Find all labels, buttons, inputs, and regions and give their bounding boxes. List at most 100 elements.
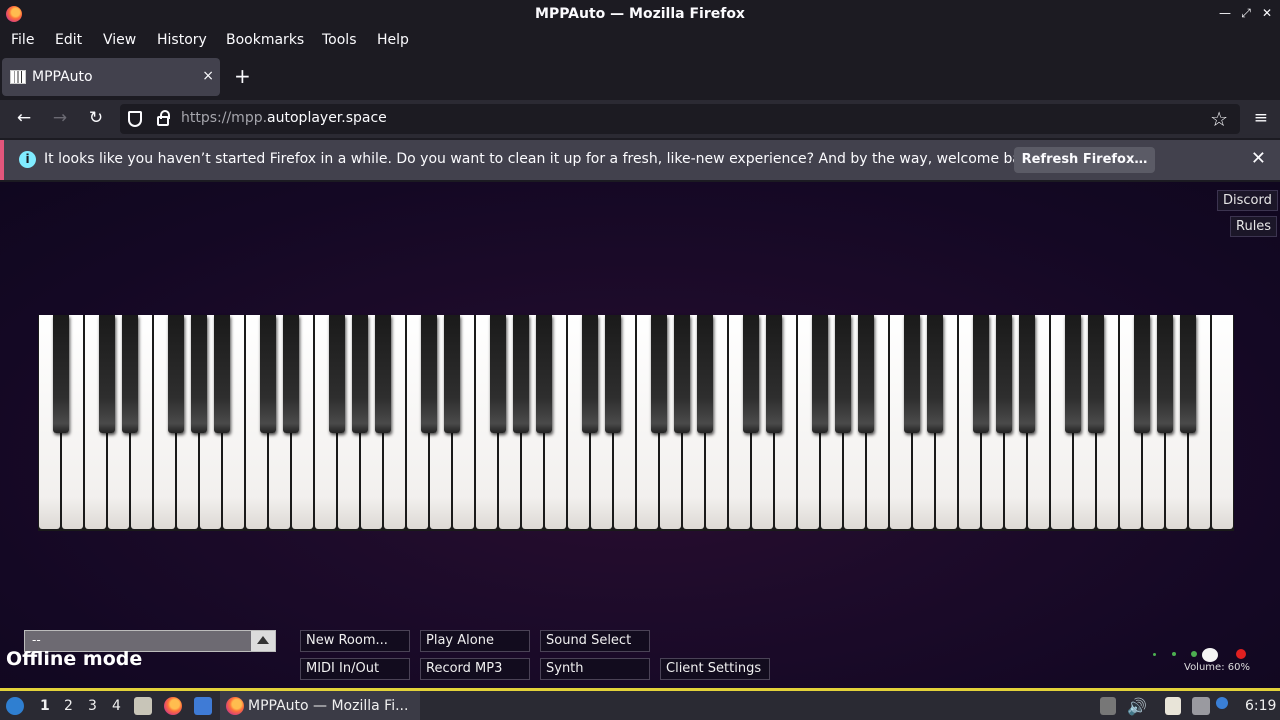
tab-strip: MPPAuto × + xyxy=(0,56,1280,100)
black-key[interactable] xyxy=(1157,315,1173,433)
workspace-4[interactable]: 4 xyxy=(112,698,121,714)
black-key[interactable] xyxy=(191,315,207,433)
black-key[interactable] xyxy=(260,315,276,433)
offline-status: Offline mode xyxy=(6,648,143,670)
black-key[interactable] xyxy=(329,315,345,433)
black-key[interactable] xyxy=(283,315,299,433)
black-key[interactable] xyxy=(996,315,1012,433)
bookmark-star-icon[interactable]: ☆ xyxy=(1210,107,1228,131)
menu-history[interactable]: History xyxy=(157,32,207,48)
room-select-value: -- xyxy=(32,633,41,647)
black-key[interactable] xyxy=(1088,315,1104,433)
menu-help[interactable]: Help xyxy=(377,32,409,48)
black-key[interactable] xyxy=(927,315,943,433)
black-key[interactable] xyxy=(973,315,989,433)
black-key[interactable] xyxy=(352,315,368,433)
taskbar-firefox-window[interactable]: MPPAuto — Mozilla Fi... xyxy=(220,691,420,720)
refresh-firefox-button[interactable]: Refresh Firefox… xyxy=(1014,147,1155,173)
black-key[interactable] xyxy=(168,315,184,433)
black-key[interactable] xyxy=(674,315,690,433)
record-mp3-button[interactable]: Record MP3 xyxy=(420,658,530,680)
volume-knob-icon[interactable] xyxy=(1202,648,1218,662)
black-key[interactable] xyxy=(812,315,828,433)
black-key[interactable] xyxy=(536,315,552,433)
tab-label: MPPAuto xyxy=(32,69,93,85)
black-key[interactable] xyxy=(444,315,460,433)
black-key[interactable] xyxy=(375,315,391,433)
network-icon[interactable] xyxy=(1192,697,1210,715)
black-key[interactable] xyxy=(697,315,713,433)
tracking-protection-shield-icon[interactable] xyxy=(128,111,142,127)
black-key[interactable] xyxy=(1019,315,1035,433)
black-key[interactable] xyxy=(122,315,138,433)
black-key[interactable] xyxy=(858,315,874,433)
black-key[interactable] xyxy=(214,315,230,433)
tab-close-button[interactable]: × xyxy=(202,68,214,84)
maximize-button[interactable]: ⤢ xyxy=(1238,5,1254,21)
lock-icon[interactable] xyxy=(157,110,170,126)
black-key[interactable] xyxy=(651,315,667,433)
notification-icon[interactable] xyxy=(1216,697,1228,709)
black-key[interactable] xyxy=(1180,315,1196,433)
black-key[interactable] xyxy=(743,315,759,433)
tray-updates-icon[interactable] xyxy=(1100,697,1116,715)
menu-tools[interactable]: Tools xyxy=(322,32,357,48)
workspace-3[interactable]: 3 xyxy=(88,698,97,714)
room-select-arrow-icon[interactable] xyxy=(251,631,275,651)
notification-bar: i It looks like you haven’t started Fire… xyxy=(0,140,1280,180)
black-key[interactable] xyxy=(904,315,920,433)
new-room-button[interactable]: New Room... xyxy=(300,630,410,652)
volume-tray-icon[interactable]: 🔊 xyxy=(1127,697,1147,716)
url-bar[interactable]: https://mpp.autoplayer.space ☆ xyxy=(120,104,1240,134)
clipboard-icon[interactable] xyxy=(1165,697,1181,715)
black-key[interactable] xyxy=(766,315,782,433)
reload-button[interactable]: ↻ xyxy=(84,108,108,128)
white-key[interactable] xyxy=(1212,315,1233,529)
app-menu-button[interactable]: ≡ xyxy=(1254,108,1268,128)
midi-in-out-button[interactable]: MIDI In/Out xyxy=(300,658,410,680)
workspace-1[interactable]: 1 xyxy=(40,698,50,714)
black-key[interactable] xyxy=(53,315,69,433)
black-key[interactable] xyxy=(513,315,529,433)
black-key[interactable] xyxy=(835,315,851,433)
firefox-launcher-icon[interactable] xyxy=(164,697,182,715)
minimize-button[interactable]: — xyxy=(1217,5,1233,21)
black-key[interactable] xyxy=(99,315,115,433)
black-key[interactable] xyxy=(490,315,506,433)
menu-view[interactable]: View xyxy=(103,32,136,48)
back-button[interactable]: ← xyxy=(12,108,36,128)
black-key[interactable] xyxy=(421,315,437,433)
menu-file[interactable]: File xyxy=(11,32,34,48)
forward-button[interactable]: → xyxy=(48,108,72,128)
start-menu-icon[interactable] xyxy=(6,697,24,715)
black-key[interactable] xyxy=(582,315,598,433)
tab-mppauto[interactable]: MPPAuto × xyxy=(2,58,220,96)
notification-close-button[interactable]: ✕ xyxy=(1251,148,1266,169)
workspace-2[interactable]: 2 xyxy=(64,698,73,714)
clock: 6:19 xyxy=(1245,698,1277,714)
client-settings-button[interactable]: Client Settings xyxy=(660,658,770,680)
status-dot-icon xyxy=(1172,652,1176,656)
navigation-toolbar: ← → ↻ https://mpp.autoplayer.space ☆ ≡ xyxy=(0,100,1280,138)
new-tab-button[interactable]: + xyxy=(234,64,251,88)
desktop-icon[interactable] xyxy=(194,697,212,715)
url-domain: autoplayer.space xyxy=(267,110,387,126)
url-prefix: https://mpp. xyxy=(181,110,268,126)
play-alone-button[interactable]: Play Alone xyxy=(420,630,530,652)
url-text[interactable]: https://mpp.autoplayer.space xyxy=(181,110,387,126)
black-key[interactable] xyxy=(1134,315,1150,433)
rules-button[interactable]: Rules xyxy=(1230,216,1278,237)
synth-button[interactable]: Synth xyxy=(540,658,650,680)
menu-edit[interactable]: Edit xyxy=(55,32,82,48)
discord-button[interactable]: Discord xyxy=(1217,190,1278,211)
piano-keyboard[interactable] xyxy=(38,315,1234,531)
sound-select-button[interactable]: Sound Select xyxy=(540,630,650,652)
black-key[interactable] xyxy=(605,315,621,433)
black-key[interactable] xyxy=(1065,315,1081,433)
info-icon: i xyxy=(19,151,36,168)
volume-control[interactable]: Volume: 60% xyxy=(1150,648,1260,678)
menu-bookmarks[interactable]: Bookmarks xyxy=(226,32,304,48)
close-window-button[interactable]: ✕ xyxy=(1259,5,1275,21)
file-manager-icon[interactable] xyxy=(134,697,152,715)
record-dot-icon xyxy=(1236,649,1246,659)
